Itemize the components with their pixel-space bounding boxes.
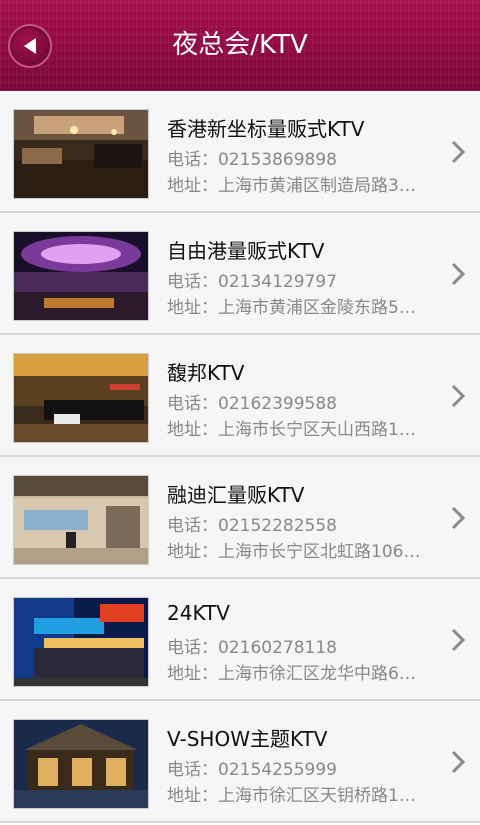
- venue-name: 馥邦KTV: [167, 361, 245, 385]
- chevron-right-icon: [451, 750, 466, 774]
- list-item[interactable]: V-SHOW主题KTV 电话：02154255999 地址：上海市徐汇区天钥桥路…: [0, 701, 480, 825]
- venue-phone: 电话：02162399588: [167, 394, 337, 414]
- list-item[interactable]: 馥邦KTV 电话：02162399588 地址：上海市长宁区天山西路1…: [0, 335, 480, 459]
- venue-phone: 电话：02160278118: [167, 638, 337, 658]
- chevron-right-icon: [451, 384, 466, 408]
- page-title: 夜总会/KTV: [172, 30, 308, 60]
- venue-address: 地址：上海市黄浦区制造局路3…: [167, 176, 416, 196]
- venue-phone: 电话：02134129797: [167, 272, 337, 292]
- venue-photo: [13, 231, 149, 321]
- venue-photo: [13, 109, 149, 199]
- venue-photo: [13, 353, 149, 443]
- venue-photo: [13, 719, 149, 809]
- venue-name: 香港新坐标量贩式KTV: [167, 117, 365, 141]
- venue-address: 地址：上海市黄浦区金陵东路5…: [167, 298, 416, 318]
- chevron-right-icon: [451, 140, 466, 164]
- header-bar: 夜总会/KTV: [0, 0, 480, 91]
- venue-phone: 电话：02154255999: [167, 760, 337, 780]
- list-item[interactable]: 融迪汇量贩KTV 电话：02152282558 地址：上海市长宁区北虹路106…: [0, 457, 480, 581]
- list-item[interactable]: 24KTV 电话：02160278118 地址：上海市徐汇区龙华中路6…: [0, 579, 480, 703]
- venue-name: 24KTV: [167, 601, 230, 625]
- venue-name: 自由港量贩式KTV: [167, 239, 325, 263]
- venue-address: 地址：上海市徐汇区天钥桥路1…: [167, 786, 416, 806]
- venue-photo: [13, 597, 149, 687]
- chevron-right-icon: [451, 628, 466, 652]
- venue-phone: 电话：02153869898: [167, 150, 337, 170]
- list-item[interactable]: 自由港量贩式KTV 电话：02134129797 地址：上海市黄浦区金陵东路5…: [0, 213, 480, 337]
- venue-photo: [13, 475, 149, 565]
- venue-address: 地址：上海市徐汇区龙华中路6…: [167, 664, 416, 684]
- venue-name: 融迪汇量贩KTV: [167, 483, 305, 507]
- chevron-right-icon: [451, 262, 466, 286]
- venue-list: 香港新坐标量贩式KTV 电话：02153869898 地址：上海市黄浦区制造局路…: [0, 91, 480, 825]
- venue-address: 地址：上海市长宁区天山西路1…: [167, 420, 416, 440]
- list-item[interactable]: 香港新坐标量贩式KTV 电话：02153869898 地址：上海市黄浦区制造局路…: [0, 91, 480, 215]
- venue-address: 地址：上海市长宁区北虹路106…: [167, 542, 421, 562]
- venue-name: V-SHOW主题KTV: [167, 727, 328, 751]
- chevron-right-icon: [451, 506, 466, 530]
- venue-phone: 电话：02152282558: [167, 516, 337, 536]
